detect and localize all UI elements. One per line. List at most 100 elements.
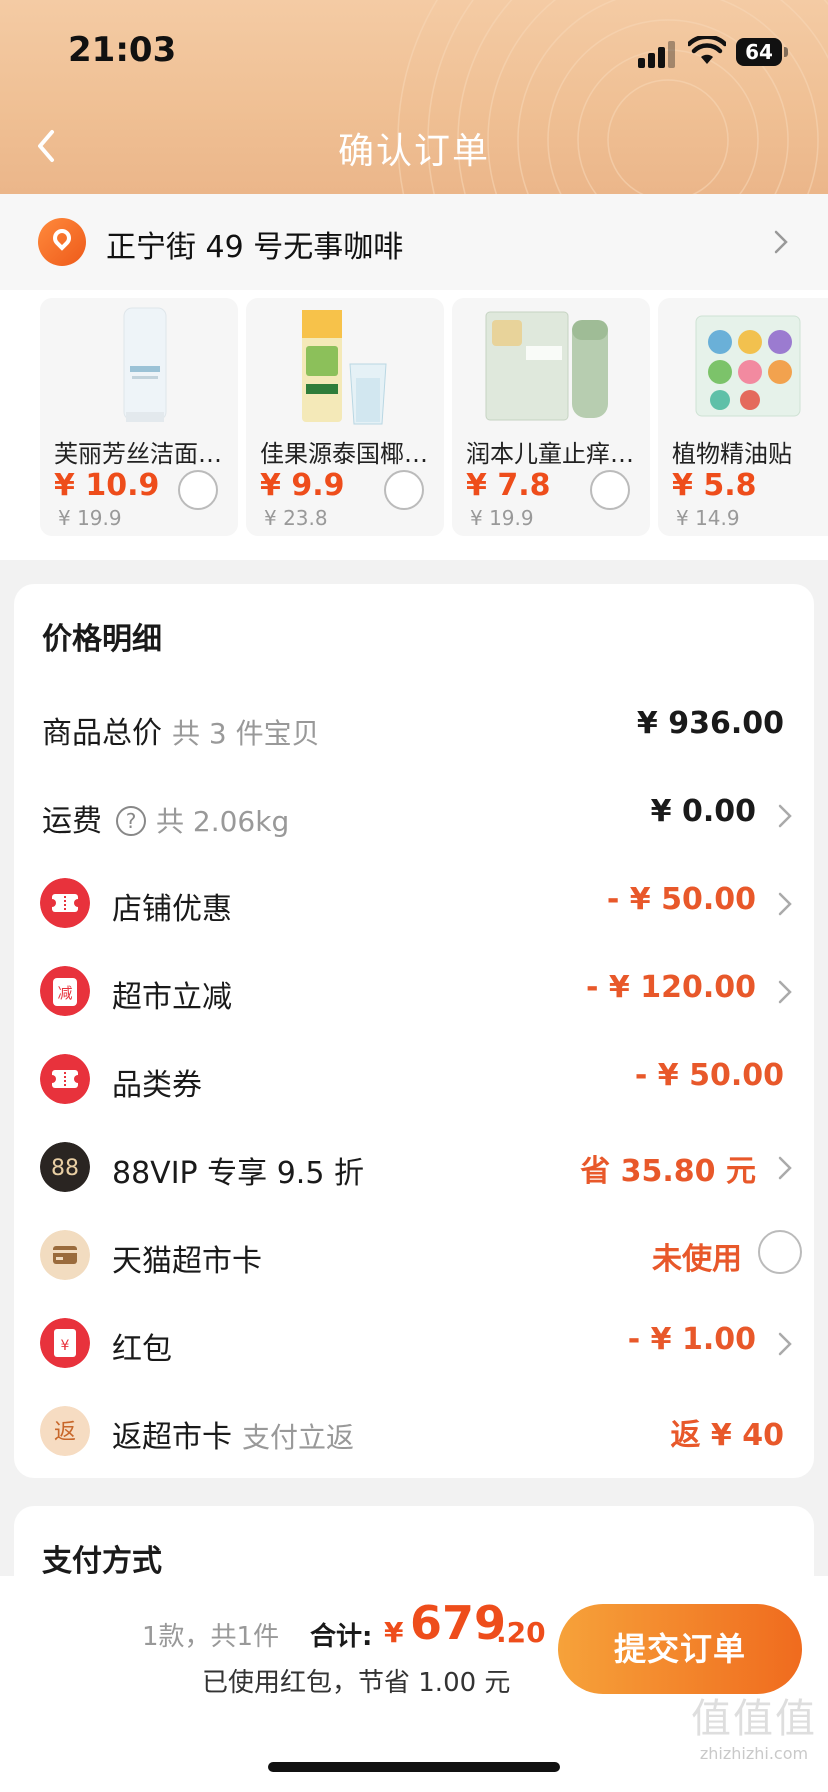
row-label: 商品总价 <box>42 716 162 751</box>
row-label: 88VIP 专享 9.5 折 <box>112 1156 364 1191</box>
battery-level: 64 <box>736 38 782 66</box>
row-value: 未使用 <box>652 1242 742 1277</box>
product-image-patch <box>695 315 801 417</box>
row-shipping[interactable]: 运费? 共 2.06kg ¥ 0.00 <box>14 784 814 844</box>
battery-icon: 64 <box>736 38 788 66</box>
chevron-right-icon <box>778 892 792 916</box>
row-value: - ¥ 50.00 <box>634 1058 784 1093</box>
product-price: ¥ 10.9 <box>54 468 160 503</box>
product-price: ¥ 9.9 <box>260 468 345 503</box>
row-red-packet[interactable]: ¥ 红包 - ¥ 1.00 <box>14 1312 814 1372</box>
coupon-icon <box>40 1054 90 1104</box>
row-value: ¥ 936.00 <box>636 706 784 741</box>
total-currency: ¥ <box>384 1616 404 1649</box>
product-name: 芙丽芳丝洁面… <box>54 440 222 468</box>
header: 21:03 64 确认订单 <box>0 0 828 194</box>
row-value: 省 35.80 元 <box>580 1154 756 1189</box>
address-row[interactable]: 正宁街 49 号无事咖啡 <box>0 194 828 290</box>
product-card[interactable]: 佳果源泰国椰… ¥ 9.9 ¥ 23.8 <box>246 298 444 536</box>
watermark-text: 值值值 <box>691 1696 817 1742</box>
price-details-card: 价格明细 商品总价共 3 件宝贝 ¥ 936.00 运费? 共 2.06kg ¥ … <box>14 584 814 1478</box>
total-label: 合计: <box>310 1622 373 1652</box>
row-value: - ¥ 1.00 <box>627 1322 756 1357</box>
product-name: 佳果源泰国椰… <box>260 440 428 468</box>
row-label: 返超市卡 <box>112 1420 232 1455</box>
order-top-card: 正宁街 49 号无事咖啡 芙丽芳丝洁面… ¥ 10.9 ¥ 19.9 佳果源泰国… <box>0 194 828 560</box>
row-cashback: 返 返超市卡 支付立返 返 ¥ 40 <box>14 1400 814 1460</box>
product-select-radio[interactable] <box>590 470 630 510</box>
address-text: 正宁街 49 号无事咖啡 <box>106 230 404 265</box>
row-label: 超市立减 <box>112 980 232 1015</box>
cashback-icon: 返 <box>40 1406 90 1456</box>
watermark-sub: zhizhizhi.com <box>699 1744 809 1763</box>
row-goods-total: 商品总价共 3 件宝贝 ¥ 936.00 <box>14 696 814 756</box>
chevron-right-icon <box>778 1156 792 1180</box>
coupon-icon <box>40 878 90 928</box>
location-pin-icon <box>38 218 86 266</box>
product-original-price: ¥ 23.8 <box>264 506 328 530</box>
reduction-icon-text: 减 <box>57 984 72 1002</box>
product-original-price: ¥ 19.9 <box>470 506 534 530</box>
wifi-icon <box>688 36 726 64</box>
product-name: 植物精油贴 <box>672 440 792 468</box>
row-tmall-card[interactable]: 天猫超市卡 未使用 <box>14 1224 814 1284</box>
chevron-right-icon <box>774 230 788 254</box>
cellular-signal-icon <box>638 41 675 68</box>
row-label: 红包 <box>112 1332 172 1367</box>
row-value: 返 ¥ 40 <box>670 1418 784 1453</box>
product-name: 润本儿童止痒… <box>466 440 634 468</box>
chevron-right-icon <box>778 804 792 828</box>
product-card[interactable]: 润本儿童止痒… ¥ 7.8 ¥ 19.9 <box>452 298 650 536</box>
status-time: 21:03 <box>68 30 177 70</box>
row-store-discount[interactable]: 店铺优惠 - ¥ 50.00 <box>14 872 814 932</box>
row-label: 品类券 <box>112 1068 202 1103</box>
row-sub: 共 3 件宝贝 <box>172 717 320 750</box>
row-88vip[interactable]: 88 88VIP 专享 9.5 折 省 35.80 元 <box>14 1136 814 1196</box>
home-indicator[interactable] <box>268 1762 560 1772</box>
price-details-title: 价格明细 <box>42 622 162 657</box>
savings-note: 已使用红包，节省 1.00 元 <box>202 1668 511 1698</box>
row-category-coupon: 品类券 - ¥ 50.00 <box>14 1048 814 1108</box>
row-label: 运费 <box>42 804 102 839</box>
total-integer: 679 <box>410 1596 507 1650</box>
red-packet-icon: ¥ <box>40 1318 90 1368</box>
product-price: ¥ 7.8 <box>466 468 551 503</box>
status-bar: 21:03 64 <box>0 0 828 110</box>
checkout-bar: 1款，共1件 合计: ¥ 679 .20 已使用红包，节省 1.00 元 提交订… <box>0 1576 828 1792</box>
tmall-card-toggle[interactable] <box>758 1230 802 1274</box>
total-decimal: .20 <box>496 1616 546 1649</box>
cashback-icon-text: 返 <box>54 1420 76 1445</box>
vip-88-icon: 88 <box>40 1142 90 1192</box>
product-card[interactable]: 芙丽芳丝洁面… ¥ 10.9 ¥ 19.9 <box>40 298 238 536</box>
product-original-price: ¥ 14.9 <box>676 506 740 530</box>
page-title: 确认订单 <box>337 131 490 172</box>
row-label: 店铺优惠 <box>112 892 232 927</box>
product-strip: 芙丽芳丝洁面… ¥ 10.9 ¥ 19.9 佳果源泰国椰… ¥ 9.9 ¥ 23… <box>40 298 828 536</box>
product-image-itch-stick <box>485 311 608 421</box>
product-image-cleanser <box>123 307 167 422</box>
reduction-icon: 减 <box>40 966 90 1016</box>
row-sub: 支付立返 <box>242 1421 355 1454</box>
chevron-right-icon <box>778 1332 792 1356</box>
row-value: - ¥ 50.00 <box>606 882 756 917</box>
product-select-radio[interactable] <box>178 470 218 510</box>
product-original-price: ¥ 19.9 <box>58 506 122 530</box>
item-count: 1款，共1件 <box>142 1622 280 1652</box>
submit-order-button[interactable]: 提交订单 <box>558 1604 802 1694</box>
product-price: ¥ 5.8 <box>672 468 757 503</box>
product-card[interactable]: 植物精油贴 ¥ 5.8 ¥ 14.9 <box>658 298 828 536</box>
row-supermarket-discount[interactable]: 减 超市立减 - ¥ 120.00 <box>14 960 814 1020</box>
row-label: 天猫超市卡 <box>112 1244 262 1279</box>
chevron-right-icon <box>778 980 792 1004</box>
row-sub: 共 2.06kg <box>156 805 290 838</box>
vip-88-icon-text: 88 <box>51 1156 79 1181</box>
card-icon <box>40 1230 90 1280</box>
watermark: 值值值 zhizhizhi.com <box>680 1686 828 1786</box>
product-image-coconut-water <box>302 310 387 425</box>
row-value: - ¥ 120.00 <box>586 970 756 1005</box>
payment-title: 支付方式 <box>42 1544 162 1579</box>
red-packet-icon-text: ¥ <box>61 1338 70 1354</box>
help-icon[interactable]: ? <box>116 806 146 836</box>
row-value: ¥ 0.00 <box>650 794 756 829</box>
product-select-radio[interactable] <box>384 470 424 510</box>
